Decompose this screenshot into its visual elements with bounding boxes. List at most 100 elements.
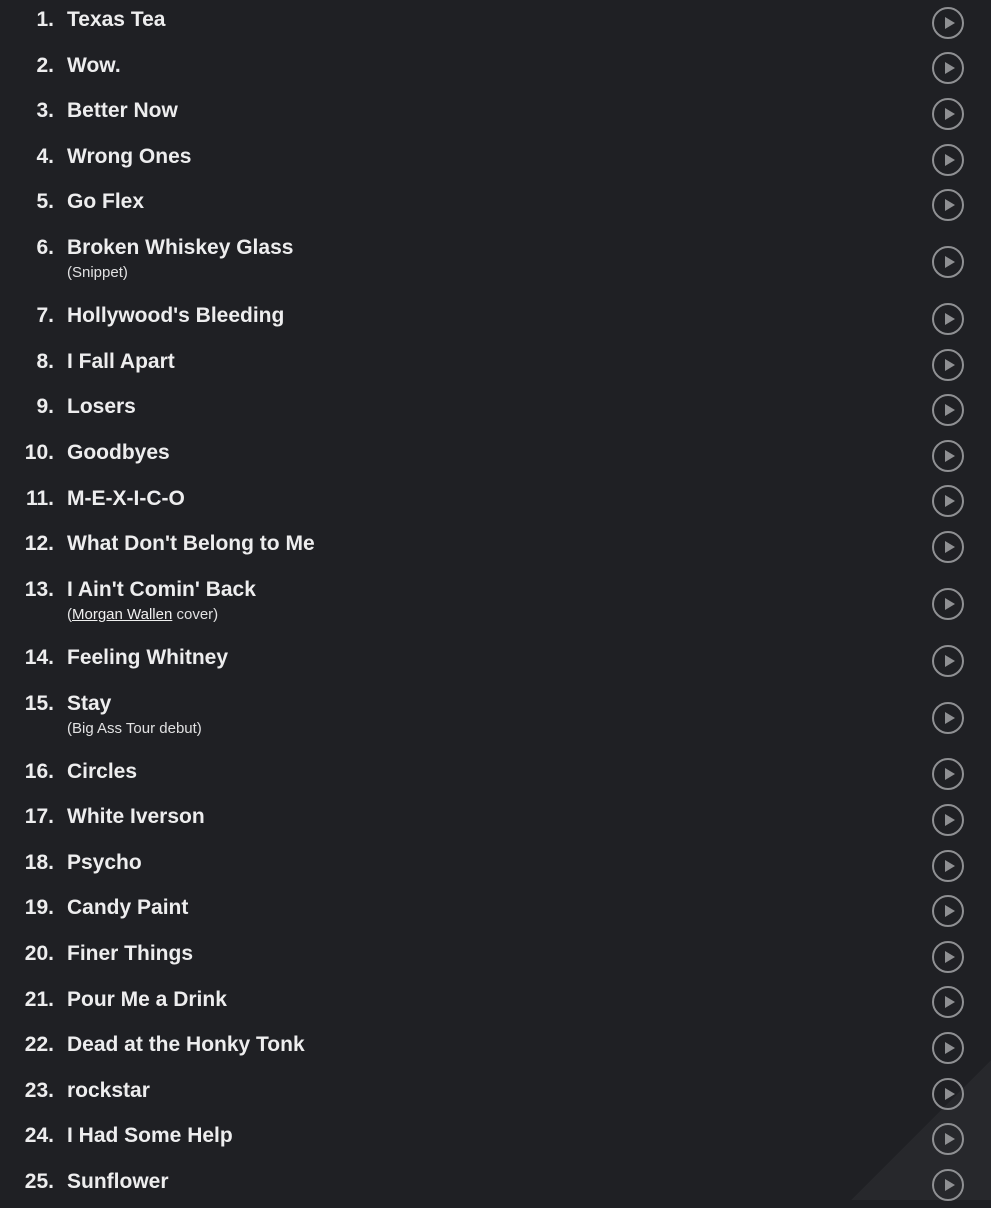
song-number: 3. [36,99,54,123]
song-number: 12. [24,532,54,556]
song-number: 10. [24,440,54,464]
song-title: Sunflower [67,1170,169,1194]
song-title: Stay [67,691,112,715]
song-row: 19. Candy Paint [0,888,991,934]
song-info: Goodbyes [67,433,991,465]
song-number: 17. [24,805,54,829]
play-triangle-icon [945,597,955,610]
song-info: Go Flex [67,182,991,214]
song-info: Feeling Whitney [67,638,991,670]
play-circle-icon[interactable] [932,246,964,279]
play-triangle-icon [945,153,955,166]
song-row: 2. Wow. [0,46,991,92]
play-circle-icon[interactable] [932,849,964,882]
song-number: 25. [24,1170,54,1194]
song-info: What Don't Belong to Me [67,524,991,556]
play-circle-icon[interactable] [932,52,964,85]
play-circle-icon[interactable] [932,143,964,176]
play-circle-icon[interactable] [932,189,964,222]
play-triangle-icon [945,814,955,827]
song-row: 3. Better Now [0,91,991,137]
play-triangle-icon [945,768,955,781]
song-number: 24. [24,1124,54,1148]
play-triangle-icon [945,256,955,269]
song-info: Stay (Big Ass Tour debut) [67,684,991,738]
play-circle-icon[interactable] [932,895,964,928]
song-title: Goodbyes [67,440,170,464]
play-triangle-icon [945,996,955,1009]
song-row: 16. Circles [0,752,991,798]
song-title: M-E-X-I-C-O [67,486,185,510]
play-triangle-icon [945,711,955,724]
song-info: I Fall Apart [67,342,991,374]
song-info: I Ain't Comin' Back (Morgan Wallen cover) [67,570,991,624]
song-number: 22. [24,1033,54,1057]
song-title: Finer Things [67,942,193,966]
song-title: Better Now [67,99,178,123]
song-info: Wrong Ones [67,137,991,169]
play-circle-icon[interactable] [932,940,964,973]
song-row: 20. Finer Things [0,934,991,980]
song-row: 17. White Iverson [0,797,991,843]
play-circle-icon[interactable] [932,986,964,1019]
artist-link[interactable]: Morgan Wallen [72,606,172,623]
play-circle-icon[interactable] [932,701,964,734]
song-title: Wow. [67,53,121,77]
play-triangle-icon [945,404,955,417]
play-circle-icon[interactable] [932,644,964,677]
play-circle-icon[interactable] [932,439,964,472]
song-title: I Had Some Help [67,1124,233,1148]
song-number: 21. [24,987,54,1011]
song-title: Feeling Whitney [67,645,229,669]
play-circle-icon[interactable] [932,302,964,335]
play-circle-icon[interactable] [932,485,964,518]
song-title: Dead at the Honky Tonk [67,1033,305,1057]
play-circle-icon[interactable] [932,587,964,620]
song-title: Pour Me a Drink [67,987,227,1011]
play-circle-icon[interactable] [932,1077,964,1110]
song-number: 4. [36,144,54,168]
play-triangle-icon [945,859,955,872]
play-circle-icon[interactable] [932,1168,964,1201]
song-row: 11. M-E-X-I-C-O [0,479,991,525]
song-info: Better Now [67,91,991,123]
song-row: 21. Pour Me a Drink [0,980,991,1026]
play-circle-icon[interactable] [932,1032,964,1065]
song-info: Losers [67,387,991,419]
song-number: 7. [36,304,54,328]
song-number: 19. [24,896,54,920]
play-circle-icon[interactable] [932,530,964,563]
song-row: 4. Wrong Ones [0,137,991,183]
play-circle-icon[interactable] [932,758,964,791]
play-triangle-icon [945,654,955,667]
play-circle-icon[interactable] [932,6,964,39]
song-note: (Morgan Wallen cover) [67,606,991,624]
play-circle-icon[interactable] [932,348,964,381]
song-note-text: (Big Ass Tour debut) [67,719,202,737]
song-row: 12. What Don't Belong to Me [0,524,991,570]
song-info: rockstar [67,1071,991,1103]
play-triangle-icon [945,1133,955,1146]
song-title: I Ain't Comin' Back [67,577,256,601]
play-triangle-icon [945,905,955,918]
play-circle-icon[interactable] [932,1123,964,1156]
song-number: 16. [24,759,54,783]
song-info: Texas Tea [67,0,991,32]
song-number: 14. [24,645,54,669]
song-title: Circles [67,759,138,783]
setlist: 1. Texas Tea 2. Wow. 3. Better Now 4. Wrong One… [0,0,991,1208]
play-circle-icon[interactable] [932,394,964,427]
play-circle-icon[interactable] [932,804,964,837]
song-title: What Don't Belong to Me [67,532,315,556]
play-circle-icon[interactable] [932,97,964,130]
song-row: 10. Goodbyes [0,433,991,479]
song-note-suffix: cover) [172,605,219,623]
play-triangle-icon [945,950,955,963]
song-info: White Iverson [67,797,991,829]
song-info: Circles [67,752,991,784]
song-title: rockstar [67,1078,150,1102]
song-title: Hollywood's Bleeding [67,304,285,328]
song-info: Psycho [67,843,991,875]
song-number: 6. [36,235,54,259]
song-number: 1. [36,8,54,31]
